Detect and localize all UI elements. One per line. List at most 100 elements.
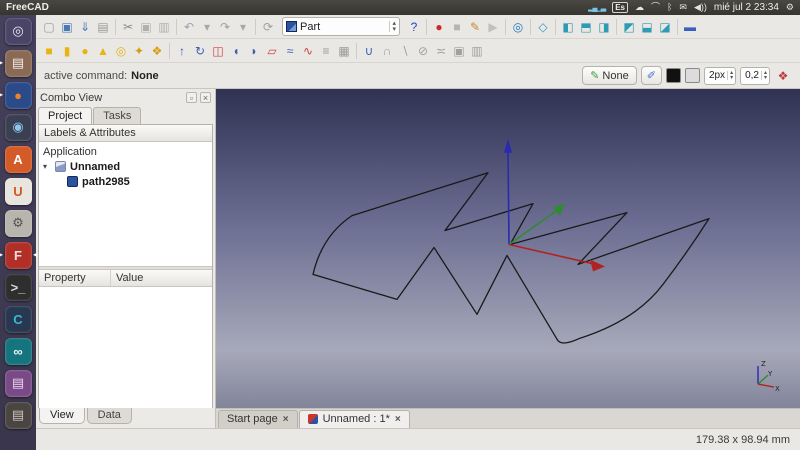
float-panel-icon[interactable]: ▫ xyxy=(186,92,197,103)
tree-root-application[interactable]: Application xyxy=(43,144,208,159)
copy-icon[interactable]: ▣ xyxy=(137,18,155,36)
expander-icon[interactable]: ▾ xyxy=(43,162,51,171)
view-front-icon[interactable]: ◧ xyxy=(559,18,577,36)
offset-icon[interactable]: ≡ xyxy=(317,42,335,60)
sweep-icon[interactable]: ∿ xyxy=(299,42,317,60)
macro-stop-icon[interactable]: ■ xyxy=(448,18,466,36)
firefox-icon[interactable]: ● xyxy=(4,81,32,109)
save-document-icon[interactable]: ⇓ xyxy=(76,18,94,36)
line-color-swatch[interactable] xyxy=(665,68,681,83)
redo-icon[interactable]: ↷ xyxy=(216,18,234,36)
part-cylinder-icon[interactable]: ▮ xyxy=(58,42,76,60)
construction-mode-button[interactable]: ✐ xyxy=(640,66,662,85)
cloud-icon[interactable]: ☁ xyxy=(635,3,644,12)
view-axonometric-icon[interactable]: ◇ xyxy=(534,18,552,36)
volume-icon[interactable]: ◀)) xyxy=(694,3,707,12)
property-mode-tab[interactable]: View xyxy=(39,408,85,424)
terminal-icon[interactable]: >_ xyxy=(4,273,32,301)
view-left-icon[interactable]: ◪ xyxy=(656,18,674,36)
mail-icon[interactable]: ✉ xyxy=(679,3,687,12)
chamfer-icon[interactable]: ◗ xyxy=(245,42,263,60)
boolean-union-icon[interactable]: ∪ xyxy=(360,42,378,60)
mirror-icon[interactable]: ◫ xyxy=(209,42,227,60)
section-icon[interactable]: ⊘ xyxy=(414,42,432,60)
wire-path2985[interactable] xyxy=(312,172,710,344)
text-scale-spinner[interactable]: 0,2 ▴ ▾ xyxy=(740,66,770,85)
system-settings-icon[interactable]: ⚙ xyxy=(4,209,32,237)
measure-distance-icon[interactable]: ▬ xyxy=(681,18,699,36)
ruled-surface-icon[interactable]: ▱ xyxy=(263,42,281,60)
combo-tab[interactable]: Project xyxy=(38,107,93,124)
property-mode-tab[interactable]: Data xyxy=(86,408,132,424)
cut-icon[interactable]: ✂ xyxy=(119,18,137,36)
ubuntu-dash-icon[interactable]: ◎ xyxy=(4,17,32,45)
undo-icon[interactable]: ↶ xyxy=(180,18,198,36)
print-icon[interactable]: ▤ xyxy=(94,18,112,36)
close-panel-icon[interactable]: × xyxy=(200,92,211,103)
part-box-icon[interactable]: ■ xyxy=(40,42,58,60)
chromium-icon[interactable]: ◉ xyxy=(4,113,32,141)
tree-item-document[interactable]: ▾ Unnamed xyxy=(43,159,208,174)
view-rear-icon[interactable]: ◩ xyxy=(620,18,638,36)
whats-this-icon[interactable]: ? xyxy=(405,18,423,36)
property-column-header[interactable]: Property xyxy=(39,270,111,286)
shape-builder-icon[interactable]: ❖ xyxy=(148,42,166,60)
keyboard-layout-indicator[interactable]: Es xyxy=(612,2,628,13)
freecad-icon[interactable]: F xyxy=(4,241,32,269)
session-gear-icon[interactable]: ⚙ xyxy=(786,3,794,12)
layer-button[interactable]: ✎ None xyxy=(582,66,637,85)
part-primitives-icon[interactable]: ✦ xyxy=(130,42,148,60)
thickness-icon[interactable]: ▦ xyxy=(335,42,353,60)
fillet-icon[interactable]: ◖ xyxy=(227,42,245,60)
files-icon[interactable]: ▤ xyxy=(4,49,32,77)
apply-style-icon[interactable]: ❖ xyxy=(774,67,792,85)
ubuntu-one-icon[interactable]: U xyxy=(4,177,32,205)
view-bottom-icon[interactable]: ⬓ xyxy=(638,18,656,36)
macro-play-icon[interactable]: ▶ xyxy=(484,18,502,36)
face-color-swatch[interactable] xyxy=(684,68,700,83)
mdi-tab[interactable]: Unnamed : 1* × xyxy=(298,410,410,428)
open-document-icon[interactable]: ▣ xyxy=(58,18,76,36)
mdi-tab[interactable]: Start page × xyxy=(218,410,298,428)
close-tab-icon[interactable]: × xyxy=(283,414,289,425)
macro-record-icon[interactable]: ● xyxy=(430,18,448,36)
paste-icon[interactable]: ▥ xyxy=(155,18,173,36)
clock[interactable]: mié jul 2 23:34 xyxy=(714,2,779,13)
combo-view-title: Combo View xyxy=(40,91,103,104)
cross-sections-icon[interactable]: ≍ xyxy=(432,42,450,60)
refresh-icon[interactable]: ⟳ xyxy=(259,18,277,36)
loft-icon[interactable]: ≈ xyxy=(281,42,299,60)
part-cone-icon[interactable]: ▲ xyxy=(94,42,112,60)
boolean-common-icon[interactable]: ∩ xyxy=(378,42,396,60)
macro-edit-icon[interactable]: ✎ xyxy=(466,18,484,36)
combo-tab[interactable]: Tasks xyxy=(93,107,142,124)
revolve-icon[interactable]: ↻ xyxy=(191,42,209,60)
undo-dropdown-icon[interactable]: ▾ xyxy=(198,18,216,36)
workbench-spinner[interactable]: ▴ ▾ xyxy=(389,20,396,33)
wifi-icon[interactable]: ⌒ xyxy=(651,3,660,12)
close-tab-icon[interactable]: × xyxy=(395,414,401,425)
unknown-app-icon-1[interactable]: ▤ xyxy=(4,369,32,397)
c-app-icon[interactable]: C xyxy=(4,305,32,333)
part-torus-icon[interactable]: ◎ xyxy=(112,42,130,60)
boolean-cut-icon[interactable]: ∖ xyxy=(396,42,414,60)
fit-all-icon[interactable]: ◎ xyxy=(509,18,527,36)
bluetooth-icon[interactable]: ᛒ xyxy=(667,3,672,12)
view-top-icon[interactable]: ⬒ xyxy=(577,18,595,36)
part-sphere-icon[interactable]: ● xyxy=(76,42,94,60)
unknown-app-icon-2[interactable]: ▤ xyxy=(4,401,32,429)
tree-item-path[interactable]: path2985 xyxy=(43,174,208,189)
view-right-icon[interactable]: ◨ xyxy=(595,18,613,36)
redo-dropdown-icon[interactable]: ▾ xyxy=(234,18,252,36)
3d-viewport[interactable]: Z Y X xyxy=(216,89,800,408)
compound-icon[interactable]: ▣ xyxy=(450,42,468,60)
line-width-spinner[interactable]: 2px ▴ ▾ xyxy=(703,66,737,85)
software-center-icon[interactable]: A xyxy=(4,145,32,173)
network-graph-icon[interactable]: ▂▄▁▃ xyxy=(588,4,606,12)
workbench-selector[interactable]: Part ▴ ▾ xyxy=(282,17,400,36)
check-geometry-icon[interactable]: ▥ xyxy=(468,42,486,60)
new-document-icon[interactable]: ▢ xyxy=(40,18,58,36)
extrude-icon[interactable]: ↑ xyxy=(173,42,191,60)
arduino-icon[interactable]: ∞ xyxy=(4,337,32,365)
value-column-header[interactable]: Value xyxy=(111,270,148,286)
